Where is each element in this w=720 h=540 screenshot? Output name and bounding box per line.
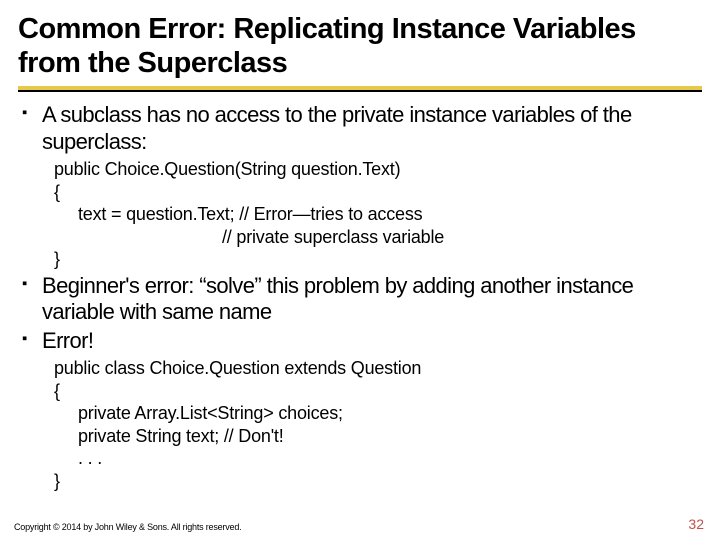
slide: Common Error: Replicating Instance Varia… xyxy=(0,0,720,540)
code-line: { xyxy=(54,182,60,202)
code-line: public class Choice.Question extends Que… xyxy=(54,358,421,378)
code-line: } xyxy=(54,471,60,491)
bullet-list: Beginner's error: “solve” this problem b… xyxy=(18,273,702,355)
code-line: . . . xyxy=(54,447,702,470)
title-divider xyxy=(18,86,702,92)
bullet-item: A subclass has no access to the private … xyxy=(18,102,702,156)
page-number: 32 xyxy=(688,516,704,532)
code-line: text = question.Text; // Error—tries to … xyxy=(54,203,702,226)
slide-body: A subclass has no access to the private … xyxy=(18,102,702,492)
code-line: { xyxy=(54,381,60,401)
code-block-2: public class Choice.Question extends Que… xyxy=(18,357,702,492)
bullet-item: Beginner's error: “solve” this problem b… xyxy=(18,273,702,327)
code-block-1: public Choice.Question(String question.T… xyxy=(18,158,702,271)
bullet-item: Error! xyxy=(18,328,702,355)
code-line: private Array.List<String> choices; xyxy=(54,402,702,425)
code-line: public Choice.Question(String question.T… xyxy=(54,159,400,179)
code-line: // private superclass variable xyxy=(54,226,702,249)
code-line: } xyxy=(54,249,60,269)
slide-title: Common Error: Replicating Instance Varia… xyxy=(18,12,702,80)
bullet-list: A subclass has no access to the private … xyxy=(18,102,702,156)
code-line: private String text; // Don't! xyxy=(54,425,702,448)
copyright-footer: Copyright © 2014 by John Wiley & Sons. A… xyxy=(14,522,241,532)
